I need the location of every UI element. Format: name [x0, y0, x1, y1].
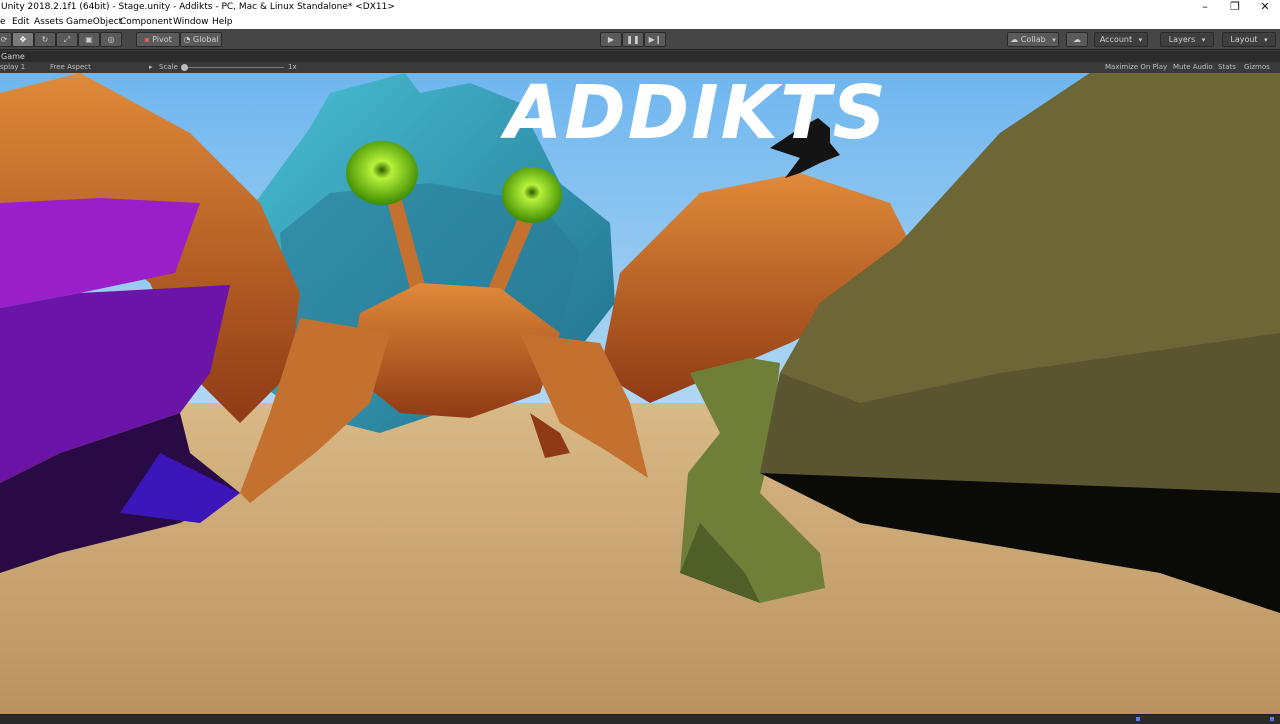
- progress-indicator-icon: [1136, 717, 1140, 721]
- status-bar: [0, 714, 1280, 724]
- menu-component[interactable]: Component: [120, 15, 172, 29]
- scale-slider-handle[interactable]: [181, 64, 188, 71]
- stats-toggle[interactable]: Stats: [1218, 62, 1236, 73]
- unity-editor-window: Unity 2018.2.1f1 (64bit) - Stage.unity -…: [0, 0, 1280, 724]
- pivot-toggle[interactable]: ▪ Pivot: [136, 32, 180, 47]
- game-tab-label: Game: [1, 52, 25, 61]
- step-icon: ▶❙: [648, 35, 662, 44]
- layers-dropdown[interactable]: Layers: [1160, 32, 1214, 47]
- gizmos-dropdown[interactable]: Gizmos: [1244, 62, 1270, 73]
- rect-tool-icon[interactable]: ▣: [78, 32, 100, 47]
- menu-file[interactable]: e: [0, 15, 6, 29]
- menu-bar: e Edit Assets GameObject Component Windo…: [0, 15, 1280, 29]
- display-dropdown[interactable]: splay 1: [0, 62, 25, 73]
- menu-help[interactable]: Help: [212, 15, 233, 29]
- cloud-sync-icon: ☁: [1010, 35, 1019, 44]
- menu-edit[interactable]: Edit: [12, 15, 29, 29]
- menu-assets[interactable]: Assets: [34, 15, 63, 29]
- title-bar: Unity 2018.2.1f1 (64bit) - Stage.unity -…: [0, 0, 1280, 15]
- pivot-icon: ▪: [144, 35, 150, 44]
- scale-tool-icon[interactable]: ⤢: [56, 32, 78, 47]
- collab-dropdown[interactable]: ☁ Collab: [1007, 32, 1059, 47]
- mute-audio-toggle[interactable]: Mute Audio: [1173, 62, 1213, 73]
- play-icon: ▶: [607, 35, 615, 44]
- transform-tool-icon[interactable]: ◎: [100, 32, 122, 47]
- pause-icon: ❚❚: [626, 35, 640, 44]
- main-toolbar: ⟳ ✥ ↻ ⤢ ▣ ◎ ▪ Pivot ◔ Global ▶ ❚❚ ▶❙ ☁ C…: [0, 29, 1280, 50]
- game-logo: ADDIKTS: [505, 73, 888, 156]
- layout-dropdown[interactable]: Layout: [1222, 32, 1276, 47]
- scale-icon: ▸: [149, 63, 153, 71]
- window-title: Unity 2018.2.1f1 (64bit) - Stage.unity -…: [1, 2, 395, 12]
- scale-label: Scale: [159, 63, 178, 71]
- global-icon: ◔: [183, 35, 191, 44]
- aspect-dropdown[interactable]: Free Aspect: [50, 62, 91, 73]
- maximize-on-play-toggle[interactable]: Maximize On Play: [1105, 62, 1167, 73]
- cloud-services-button[interactable]: ☁: [1066, 32, 1088, 47]
- game-scene: [0, 73, 1280, 714]
- rotate-tool-icon[interactable]: ↻: [34, 32, 56, 47]
- close-icon[interactable]: ✕: [1250, 0, 1280, 15]
- crab-left-eye: [346, 141, 418, 205]
- play-button[interactable]: ▶: [600, 32, 622, 47]
- account-dropdown[interactable]: Account: [1094, 32, 1148, 47]
- status-indicator-icon: [1270, 717, 1274, 721]
- menu-window[interactable]: Window: [173, 15, 209, 29]
- move-tool-icon[interactable]: ✥: [12, 32, 34, 47]
- game-tab[interactable]: Game: [0, 51, 1280, 62]
- restore-icon[interactable]: ❐: [1220, 0, 1250, 15]
- step-button[interactable]: ▶❙: [644, 32, 666, 47]
- global-toggle[interactable]: ◔ Global: [180, 32, 222, 47]
- minimize-icon[interactable]: –: [1190, 0, 1220, 15]
- game-viewport[interactable]: ADDIKTS: [0, 73, 1280, 714]
- hand-tool-icon[interactable]: ⟳: [0, 32, 12, 47]
- game-view-toolbar: splay 1 Free Aspect ▸ Scale 1x Maximize …: [0, 62, 1280, 73]
- cloud-icon: ☁: [1073, 35, 1081, 44]
- pause-button[interactable]: ❚❚: [622, 32, 644, 47]
- scale-value: 1x: [288, 63, 297, 71]
- scale-slider-track[interactable]: [184, 67, 284, 68]
- menu-gameobject[interactable]: GameObject: [66, 15, 122, 29]
- crab-right-eye: [502, 167, 562, 223]
